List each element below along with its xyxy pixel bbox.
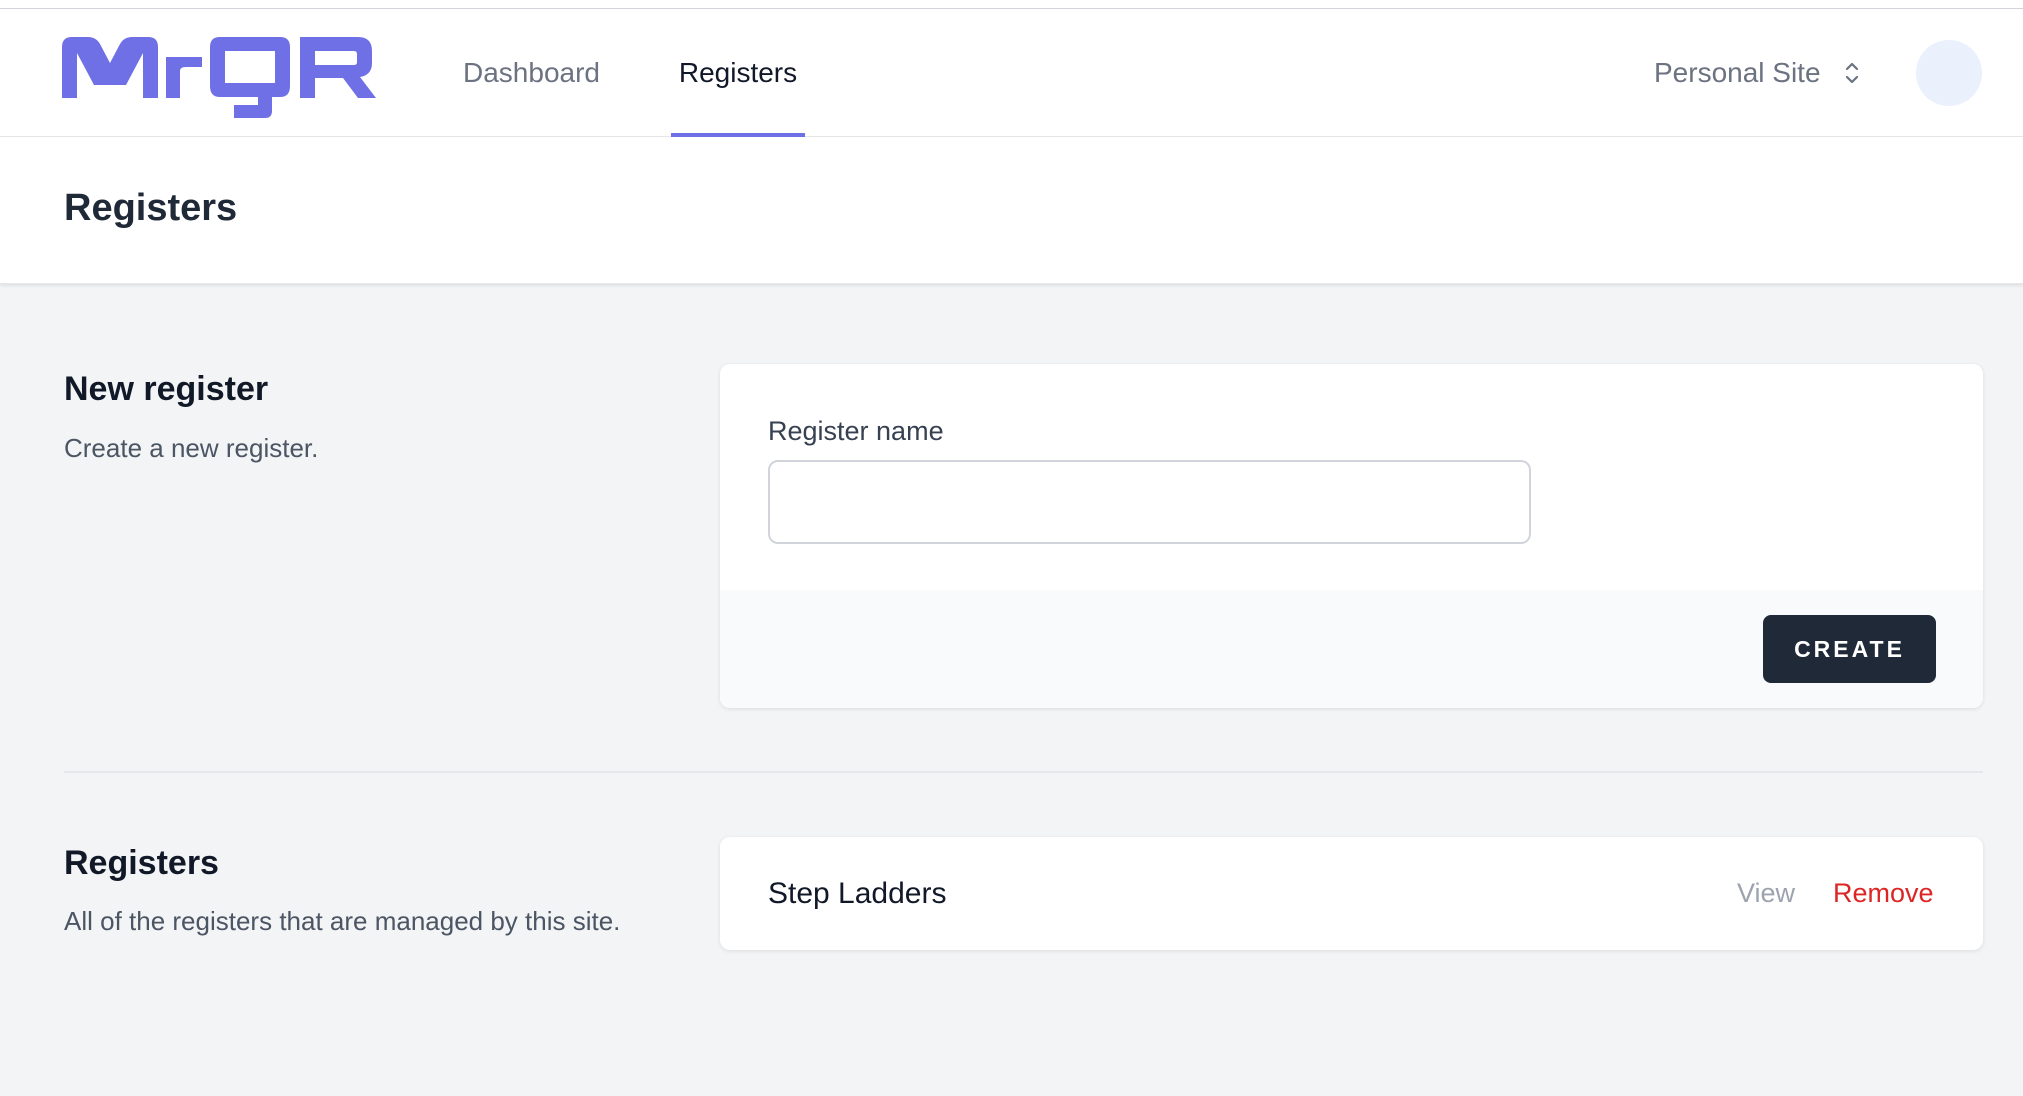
register-name: Step Ladders (768, 877, 947, 910)
nav-dashboard[interactable]: Dashboard (463, 9, 600, 137)
nav-registers[interactable]: Registers (671, 9, 805, 137)
registers-section-title: Registers (64, 844, 219, 882)
browser-top-edge (0, 0, 2023, 9)
new-register-title: New register (64, 370, 269, 408)
top-navbar: Dashboard Registers Personal Site (0, 9, 2023, 137)
new-register-description: Create a new register. (64, 433, 319, 463)
chevron-up-down-icon (1845, 62, 1858, 84)
new-register-card: Register name CREATE (720, 364, 1983, 708)
registers-section-description: All of the registers that are managed by… (64, 906, 621, 936)
avatar[interactable] (1916, 40, 1982, 106)
create-button[interactable]: CREATE (1763, 615, 1936, 683)
app-root: Dashboard Registers Personal Site Regist… (0, 0, 2023, 1096)
list-item: Step Ladders View Remove (720, 837, 1983, 950)
section-divider (64, 771, 1983, 773)
logo-icon (62, 37, 376, 118)
site-switcher[interactable]: Personal Site (1654, 9, 1861, 137)
register-name-label: Register name (768, 416, 944, 446)
page-header: Registers (0, 137, 2023, 284)
remove-register-link[interactable]: Remove (1833, 837, 1934, 950)
register-name-input[interactable] (768, 460, 1531, 544)
site-switcher-label: Personal Site (1654, 57, 1821, 88)
view-register-link[interactable]: View (1737, 837, 1795, 950)
registers-list-card: Step Ladders View Remove (720, 837, 1983, 950)
page-title: Registers (64, 187, 238, 229)
new-register-card-footer: CREATE (720, 590, 1983, 708)
mrqr-logo[interactable] (62, 35, 376, 119)
